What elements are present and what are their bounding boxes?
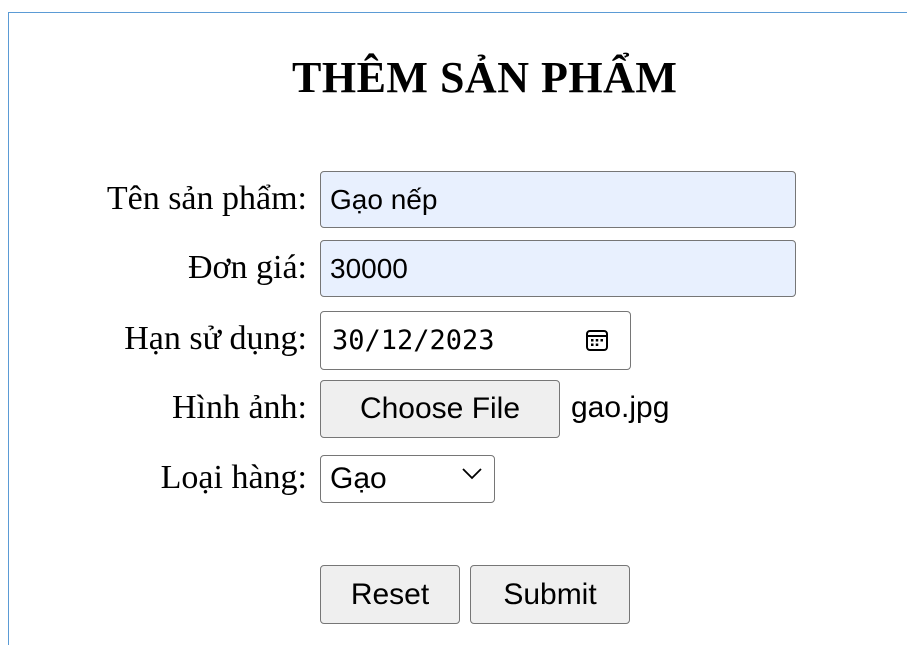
calendar-icon[interactable] bbox=[585, 328, 609, 352]
name-label: Tên sản phẩm: bbox=[106, 180, 307, 217]
chevron-down-icon bbox=[462, 468, 482, 480]
category-label: Loại hàng: bbox=[160, 459, 307, 496]
image-label: Hình ảnh: bbox=[171, 389, 307, 426]
expiry-date-value: 30/12/2023 bbox=[332, 325, 495, 356]
price-input[interactable] bbox=[320, 240, 796, 297]
expiry-label: Hạn sử dụng: bbox=[124, 320, 307, 357]
choose-file-button[interactable]: Choose File bbox=[320, 380, 560, 438]
selected-file-name: gao.jpg bbox=[571, 391, 670, 424]
price-label: Đơn giá: bbox=[187, 249, 307, 286]
page-title: THÊM SẢN PHẨM bbox=[292, 53, 678, 102]
category-selected-value: Gạo bbox=[330, 462, 387, 495]
submit-button[interactable]: Submit bbox=[470, 565, 630, 624]
reset-button[interactable]: Reset bbox=[320, 565, 460, 624]
product-name-input[interactable] bbox=[320, 171, 796, 228]
